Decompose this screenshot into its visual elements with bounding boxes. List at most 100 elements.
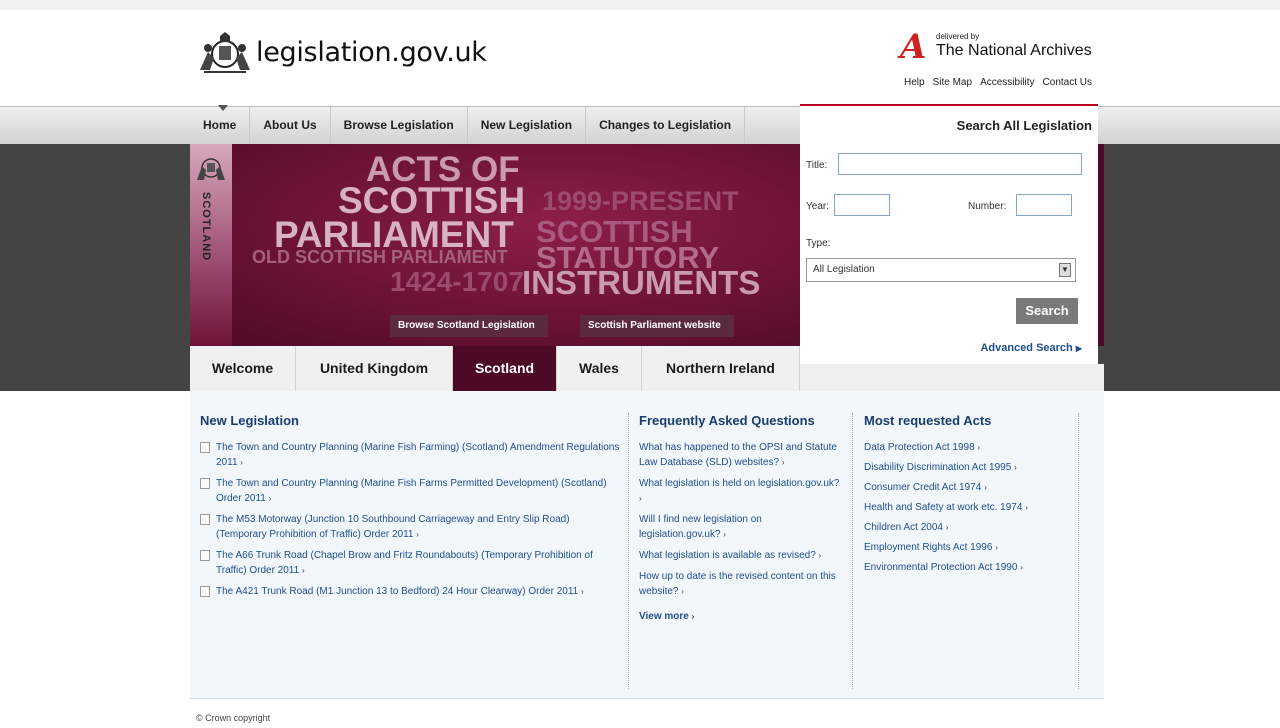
search-panel-title: Search All Legislation bbox=[956, 118, 1092, 133]
scotland-crest-icon bbox=[197, 158, 225, 180]
faq-item[interactable]: Will I find new legislation on legislati… bbox=[639, 512, 844, 542]
list-item[interactable]: The Town and Country Planning (Marine Fi… bbox=[200, 476, 620, 506]
act-link-label: Consumer Credit Act 1974 bbox=[864, 482, 982, 493]
act-link[interactable]: Disability Discrimination Act 1995 › bbox=[864, 460, 1074, 475]
chevron-right-icon: › bbox=[984, 483, 987, 492]
hero-word-old: OLD SCOTTISH PARLIAMENT bbox=[252, 247, 508, 267]
faq-item[interactable]: What legislation is available as revised… bbox=[639, 548, 844, 563]
document-icon bbox=[200, 514, 210, 525]
new-legislation-column: New Legislation The Town and Country Pla… bbox=[200, 413, 620, 605]
faq-item[interactable]: What has happened to the OPSI and Statut… bbox=[639, 440, 844, 470]
nav-new-legislation[interactable]: New Legislation bbox=[468, 107, 587, 144]
act-link[interactable]: Health and Safety at work etc. 1974 › bbox=[864, 500, 1074, 515]
tna-delivered-label: delivered by bbox=[936, 32, 980, 41]
scottish-parliament-label: Scottish Parliament website bbox=[588, 320, 721, 331]
contact-us-link[interactable]: Contact Us bbox=[1043, 77, 1092, 88]
column-divider bbox=[852, 413, 853, 689]
nav-home[interactable]: Home bbox=[190, 105, 251, 144]
help-link[interactable]: Help bbox=[904, 77, 925, 88]
year-input[interactable] bbox=[834, 194, 890, 216]
search-button[interactable]: Search bbox=[1016, 298, 1078, 324]
view-more-label: View more bbox=[639, 611, 689, 622]
site-map-link[interactable]: Site Map bbox=[933, 77, 972, 88]
act-link[interactable]: Employment Rights Act 1996 › bbox=[864, 540, 1074, 555]
chevron-right-icon: › bbox=[581, 587, 584, 596]
tab-welcome[interactable]: Welcome bbox=[190, 346, 296, 391]
number-input[interactable] bbox=[1016, 194, 1072, 216]
type-selected-value: All Legislation bbox=[813, 264, 875, 275]
tab-scotland[interactable]: Scotland bbox=[453, 346, 557, 391]
faq-heading: Frequently Asked Questions bbox=[639, 413, 815, 428]
chevron-right-icon: › bbox=[537, 321, 541, 330]
top-strip bbox=[0, 0, 1280, 10]
new-legislation-heading: New Legislation bbox=[200, 413, 299, 428]
tna-name: The National Archives bbox=[936, 42, 1092, 59]
type-select[interactable]: All Legislation ▼ bbox=[806, 258, 1076, 282]
type-label: Type: bbox=[806, 238, 831, 249]
search-panel-footer bbox=[800, 364, 1104, 391]
view-more-link[interactable]: View more › bbox=[639, 611, 844, 622]
faq-column: Frequently Asked Questions What has happ… bbox=[639, 413, 844, 622]
faq-item-label: What has happened to the OPSI and Statut… bbox=[639, 442, 837, 468]
copyright-text: © Crown copyright bbox=[196, 713, 271, 723]
tab-northern-ireland[interactable]: Northern Ireland bbox=[642, 346, 800, 391]
advanced-search-link[interactable]: Advanced Search ▶ bbox=[980, 342, 1082, 354]
nav-about-us[interactable]: About Us bbox=[250, 107, 331, 144]
hero-word-present: 1999-PRESENT bbox=[542, 186, 739, 216]
chevron-right-icon: › bbox=[639, 494, 642, 503]
browse-scotland-button[interactable]: Browse Scotland Legislation › bbox=[390, 315, 549, 337]
faq-item-label: How up to date is the revised content on… bbox=[639, 571, 836, 597]
chevron-right-icon: › bbox=[301, 566, 305, 575]
triangle-right-icon: ▶ bbox=[1075, 344, 1082, 353]
most-requested-column: Most requested Acts Data Protection Act … bbox=[864, 413, 1074, 580]
accessibility-link[interactable]: Accessibility bbox=[980, 77, 1034, 88]
act-link[interactable]: Data Protection Act 1998 › bbox=[864, 440, 1074, 455]
list-item[interactable]: The Town and Country Planning (Marine Fi… bbox=[200, 440, 620, 470]
faq-item-label: What legislation is held on legislation.… bbox=[639, 478, 840, 489]
list-item[interactable]: The A421 Trunk Road (M1 Junction 13 to B… bbox=[200, 584, 620, 599]
nav-home-label: Home bbox=[203, 118, 237, 132]
faq-item[interactable]: What legislation is held on legislation.… bbox=[639, 476, 844, 506]
list-item[interactable]: The M53 Motorway (Junction 10 Southbound… bbox=[200, 512, 620, 542]
faq-item-label: What legislation is available as revised… bbox=[639, 550, 816, 561]
title-input[interactable] bbox=[838, 153, 1082, 175]
act-link-label: Employment Rights Act 1996 bbox=[864, 542, 993, 553]
act-link[interactable]: Environmental Protection Act 1990 › bbox=[864, 560, 1074, 575]
jurisdiction-tabs: Welcome United Kingdom Scotland Wales No… bbox=[190, 346, 800, 391]
tab-wales[interactable]: Wales bbox=[557, 346, 642, 391]
tna-letter: A bbox=[900, 27, 927, 67]
chevron-down-icon: ▼ bbox=[1059, 263, 1071, 277]
column-divider bbox=[628, 413, 629, 689]
act-link[interactable]: Children Act 2004 › bbox=[864, 520, 1074, 535]
advanced-search-label: Advanced Search bbox=[980, 342, 1073, 354]
chevron-right-icon: › bbox=[240, 458, 243, 467]
main-content: New Legislation The Town and Country Pla… bbox=[190, 391, 1104, 698]
scottish-parliament-button[interactable]: Scottish Parliament website › bbox=[580, 315, 735, 337]
list-item[interactable]: The A66 Trunk Road (Chapel Brow and Frit… bbox=[200, 548, 620, 578]
act-link[interactable]: Consumer Credit Act 1974 › bbox=[864, 480, 1074, 495]
royal-crest-icon bbox=[200, 32, 250, 73]
chevron-right-icon: › bbox=[977, 443, 981, 452]
chevron-right-icon: › bbox=[1020, 563, 1023, 572]
document-icon bbox=[200, 586, 210, 597]
search-panel-strip bbox=[1098, 144, 1104, 346]
chevron-right-icon: › bbox=[268, 494, 272, 503]
chevron-right-icon: › bbox=[416, 530, 419, 539]
browse-scotland-label: Browse Scotland Legislation bbox=[398, 320, 535, 331]
faq-item[interactable]: How up to date is the revised content on… bbox=[639, 569, 844, 599]
list-item-label: The Town and Country Planning (Marine Fi… bbox=[216, 478, 607, 504]
document-icon bbox=[200, 442, 210, 453]
nav-browse-legislation[interactable]: Browse Legislation bbox=[331, 107, 468, 144]
nav-changes-to-legislation[interactable]: Changes to Legislation bbox=[586, 107, 746, 144]
most-requested-heading: Most requested Acts bbox=[864, 413, 992, 428]
act-link-label: Disability Discrimination Act 1995 bbox=[864, 462, 1012, 473]
search-panel: Search All Legislation Title: Year: Numb… bbox=[800, 104, 1098, 364]
chevron-right-icon: › bbox=[691, 612, 695, 621]
hero-side-label: SCOTLAND bbox=[200, 192, 212, 262]
main-nav: Home About Us Browse Legislation New Leg… bbox=[190, 105, 746, 144]
tab-united-kingdom[interactable]: United Kingdom bbox=[296, 346, 453, 391]
national-archives-logo[interactable]: A delivered by The National Archives bbox=[900, 30, 1096, 64]
site-logo[interactable]: legislation.gov.uk bbox=[194, 30, 487, 74]
chevron-right-icon: › bbox=[1014, 463, 1017, 472]
scotland-hero-banner: SCOTLAND ACTS OF SCOTTISH 1999-PRESENT P… bbox=[190, 144, 800, 346]
